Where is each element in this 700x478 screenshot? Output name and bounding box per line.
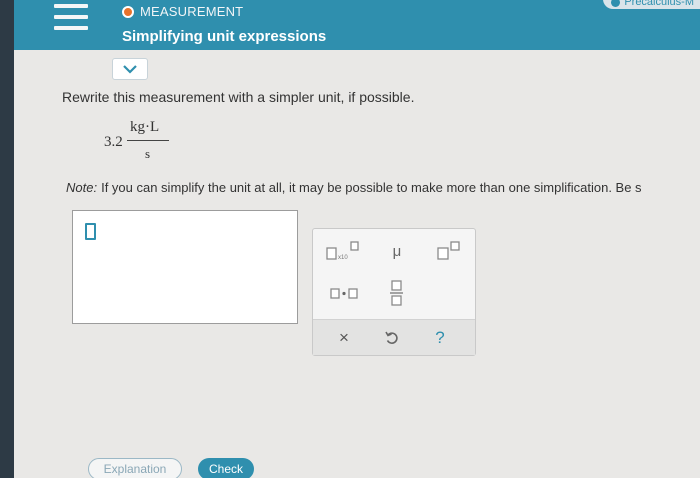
hamburger-menu-icon[interactable] (54, 2, 88, 32)
left-edge (0, 0, 14, 478)
micro-prefix-button[interactable]: μ (383, 237, 411, 265)
note-body: If you can simplify the unit at all, it … (101, 180, 642, 195)
unit-numerator: kg·L (130, 119, 160, 135)
note-label: Note: (66, 180, 98, 195)
svg-text:x10: x10 (338, 255, 348, 261)
lesson-title: Simplifying unit expressions (122, 28, 327, 45)
explanation-button[interactable]: Explanation (88, 458, 182, 478)
superscript-button[interactable] (431, 237, 467, 265)
fraction-bar (127, 140, 169, 141)
chevron-down-icon (123, 65, 137, 74)
undo-icon (385, 331, 398, 344)
fraction-icon (390, 280, 403, 306)
clear-button[interactable]: × (331, 325, 357, 351)
measurement-expression: 3.2 kg·L s (104, 119, 184, 165)
course-tag-label: Precalculus-M (624, 0, 694, 8)
fraction-button[interactable] (383, 277, 411, 309)
header-bar: MEASUREMENT Simplifying unit expressions… (14, 0, 700, 50)
course-tag[interactable]: Precalculus-M (603, 0, 700, 9)
multiply-dot-button[interactable] (323, 279, 365, 307)
multiply-dot-icon (330, 288, 358, 299)
answer-input[interactable] (72, 210, 298, 324)
scientific-notation-icon: x10 (326, 241, 359, 261)
scientific-notation-button[interactable]: x10 (323, 237, 365, 265)
unit-denominator: s (145, 146, 151, 161)
superscript-icon (437, 241, 460, 260)
measurement-coefficient: 3.2 (104, 134, 123, 150)
course-dot-icon (611, 0, 621, 7)
undo-button[interactable] (379, 325, 405, 351)
topic-row: MEASUREMENT (122, 4, 243, 19)
check-button[interactable]: Check (198, 458, 254, 478)
answer-cursor-slot[interactable] (85, 223, 96, 240)
collapse-toggle-button[interactable] (112, 58, 148, 80)
topic-label: MEASUREMENT (140, 4, 244, 19)
note-text: Note: If you can simplify the unit at all… (66, 180, 642, 195)
help-button[interactable]: ? (427, 325, 453, 351)
math-keypad: x10 μ × ? (312, 228, 476, 356)
topic-status-dot-icon (122, 5, 134, 18)
question-prompt: Rewrite this measurement with a simpler … (62, 89, 415, 105)
